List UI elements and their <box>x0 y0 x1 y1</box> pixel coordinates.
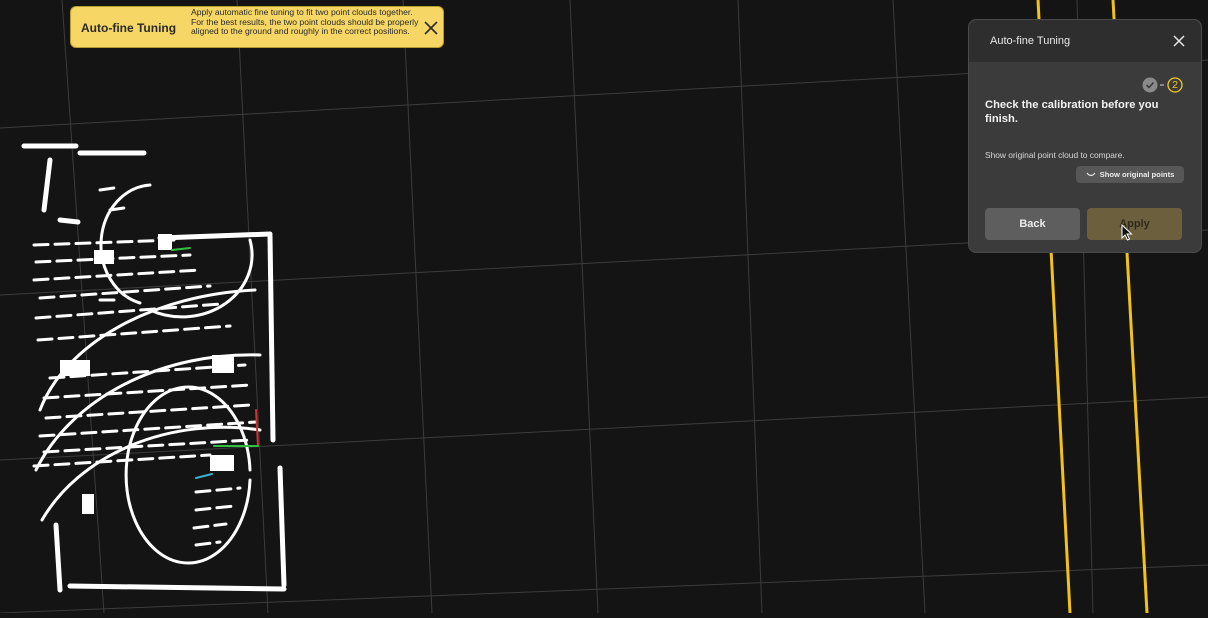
auto-fine-tuning-panel: Auto-fine Tuning 2 Check the calibration… <box>968 19 1202 253</box>
mouse-cursor-icon <box>1121 224 1133 241</box>
step-indicator: 2 <box>1142 77 1186 93</box>
apply-button[interactable]: Apply <box>1087 208 1182 240</box>
banner-message: Apply automatic fine tuning to fit two p… <box>191 7 419 37</box>
close-icon[interactable] <box>1172 34 1186 48</box>
panel-heading: Check the calibration before you finish. <box>985 99 1159 125</box>
auto-fine-tuning-banner: Auto-fine Tuning Apply automatic fine tu… <box>70 6 444 48</box>
eye-closed-icon <box>1086 172 1096 176</box>
close-icon[interactable] <box>422 19 440 37</box>
point-cloud <box>21 143 287 593</box>
panel-header: Auto-fine Tuning <box>969 20 1201 62</box>
show-original-points-label: Show original points <box>1099 170 1175 179</box>
panel-description: Show original point cloud to compare. <box>985 150 1125 160</box>
show-original-points-button[interactable]: Show original points <box>1076 166 1184 183</box>
banner-title: Auto-fine Tuning <box>81 21 177 35</box>
current-step-number: 2 <box>1172 79 1178 91</box>
panel-title: Auto-fine Tuning <box>990 35 1071 47</box>
back-button[interactable]: Back <box>985 208 1080 240</box>
